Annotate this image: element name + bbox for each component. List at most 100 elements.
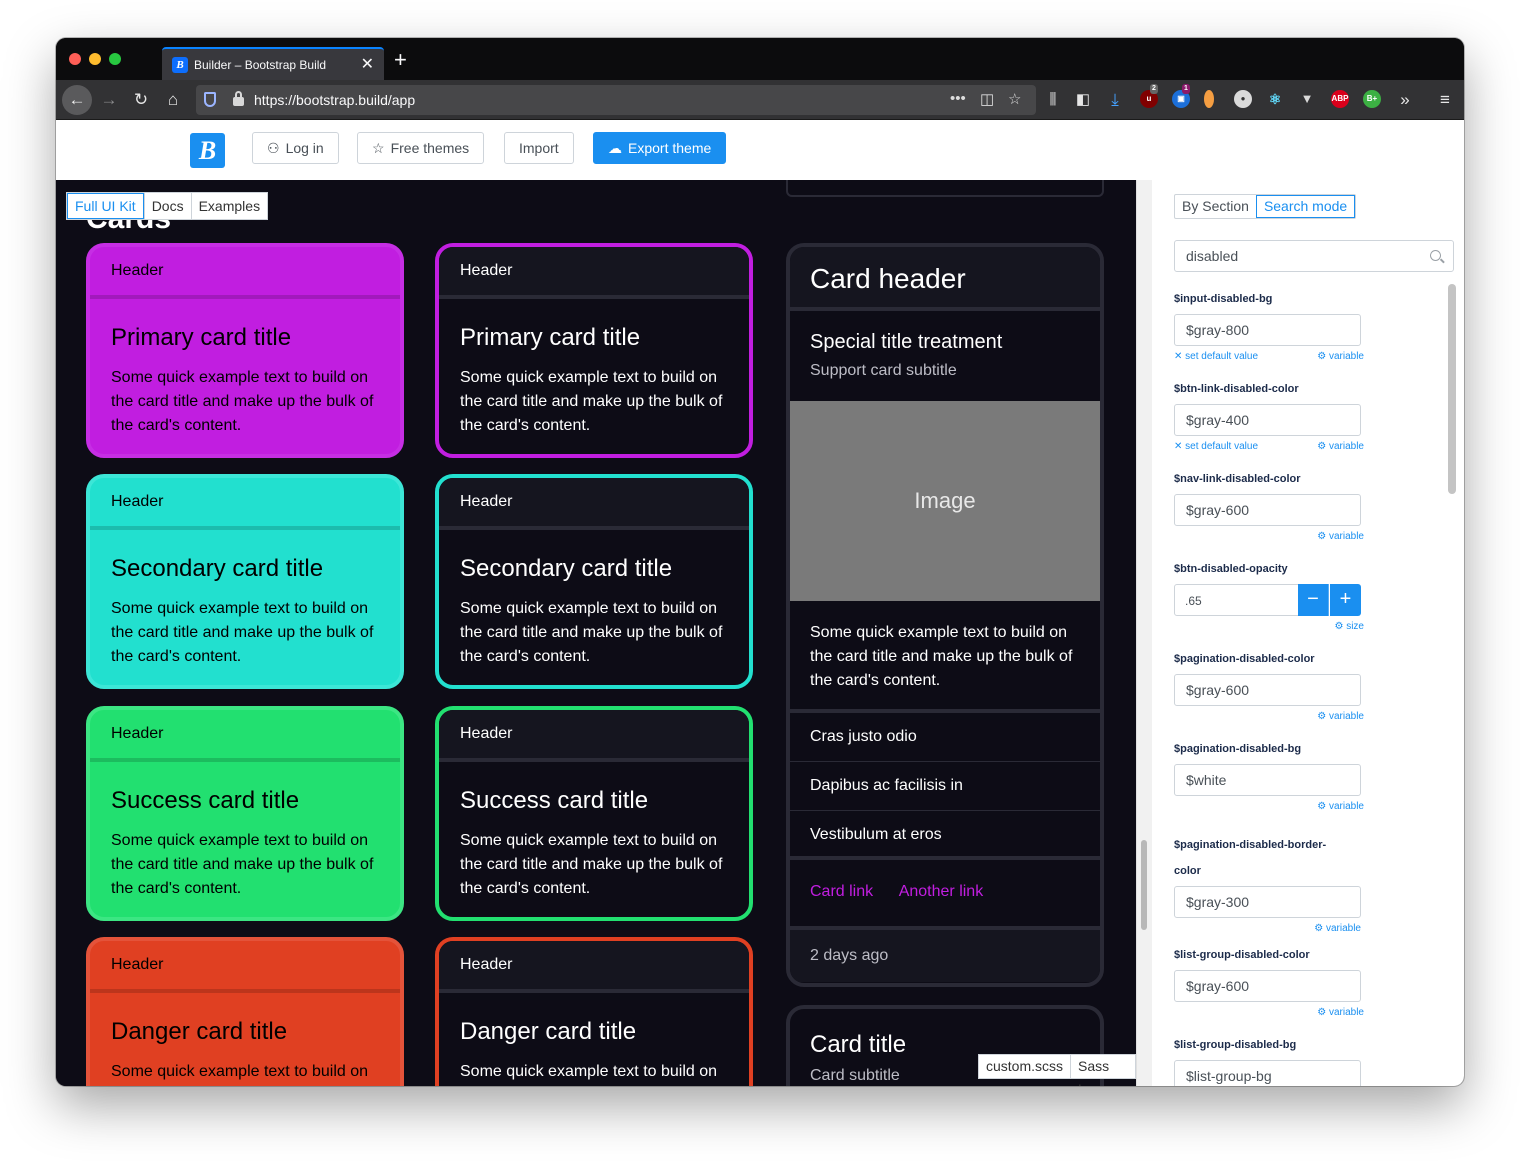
set-default-link[interactable]: ✕ set default value (1174, 351, 1258, 362)
zoom-window-button[interactable] (109, 53, 121, 65)
card-subtitle: Support card subtitle (810, 362, 957, 379)
ublock-icon[interactable]: u 2 (1140, 84, 1158, 108)
variable-link[interactable]: ⚙ variable (1317, 531, 1364, 542)
import-button[interactable]: Import (504, 132, 574, 164)
variable-name: $btn-link-disabled-color (1174, 383, 1299, 395)
adblock-icon[interactable]: ABP (1331, 90, 1349, 108)
tab-custom-scss[interactable]: custom.scss (979, 1055, 1070, 1078)
reload-icon[interactable]: ↻ (128, 88, 154, 112)
card-text: Some quick example text to build on the … (111, 1063, 369, 1080)
variable-link[interactable]: ⚙ variable (1317, 1007, 1364, 1018)
overflow-chevron-icon[interactable]: » (1392, 88, 1418, 112)
export-theme-button[interactable]: ☁ Export theme (593, 132, 727, 164)
extension-green-icon[interactable]: B+ (1363, 90, 1381, 108)
vue-devtools-icon[interactable]: ▼ (1298, 90, 1316, 108)
browser-window: B Builder – Bootstrap Build ✕ + ← → ↻ ⌂ … (56, 38, 1464, 1086)
decrement-icon[interactable]: − (1298, 584, 1329, 616)
bootstrap-build-logo[interactable]: B (190, 133, 225, 168)
gear-icon: ⚙ (1317, 1007, 1329, 1018)
home-icon[interactable]: ⌂ (160, 88, 186, 112)
search-mode-toggle[interactable]: Search mode (1255, 195, 1356, 218)
stepper-input[interactable]: .65 (1174, 584, 1299, 616)
card-header: Header (439, 941, 749, 993)
variable-input[interactable]: $gray-600 (1174, 674, 1361, 706)
extension-orange-icon[interactable] (1204, 90, 1214, 108)
variable-input[interactable]: $gray-400 (1174, 404, 1361, 436)
variable-name: $pagination-disabled-border-color (1174, 839, 1327, 877)
new-tab-icon[interactable]: + (394, 49, 407, 71)
variable-input[interactable]: $gray-300 (1174, 886, 1361, 918)
set-default-link[interactable]: ✕ set default value (1174, 441, 1258, 452)
tab-examples[interactable]: Examples (190, 193, 267, 219)
search-value[interactable]: disabled (1186, 248, 1238, 264)
forward-icon[interactable]: → (96, 88, 122, 112)
close-tab-icon[interactable]: ✕ (361, 54, 374, 74)
variable-input[interactable]: $list-group-bg (1174, 1060, 1361, 1086)
danger-outline-card: Header Danger card title Some quick examp… (435, 937, 753, 1086)
downloads-icon[interactable]: ⤓ (1102, 88, 1128, 112)
card-header: Header (439, 478, 749, 530)
hamburger-menu-icon[interactable]: ≡ (1432, 88, 1458, 112)
close-window-button[interactable] (69, 53, 81, 65)
login-button[interactable]: ⚇ Log in (252, 132, 339, 164)
tab-sass-log[interactable]: Sass Log (1070, 1055, 1135, 1086)
tracking-shield-icon[interactable] (204, 92, 216, 107)
variable-input[interactable]: $gray-800 (1174, 314, 1361, 346)
card-header: Header (90, 478, 400, 530)
card-link[interactable]: Card link (810, 883, 873, 900)
card-text: Some quick example text to build on the … (790, 601, 1100, 713)
user-icon: ⚇ (267, 140, 280, 156)
increment-icon[interactable]: + (1330, 584, 1361, 616)
free-themes-button[interactable]: ☆ Free themes (357, 132, 485, 164)
preview-view-tabs: Full UI Kit Docs Examples (66, 192, 269, 220)
card-text: Some quick example text to build on the … (111, 600, 374, 665)
variable-input[interactable]: $gray-600 (1174, 970, 1361, 1002)
react-devtools-icon[interactable]: ⚛ (1266, 90, 1284, 108)
card-header: Header (90, 941, 400, 993)
sidebar-icon[interactable]: ◧ (1070, 88, 1096, 112)
card-header: Card header (790, 247, 1100, 311)
another-link[interactable]: Another link (899, 883, 984, 900)
minimize-window-button[interactable] (89, 53, 101, 65)
pocket-icon[interactable]: ◫ (980, 90, 994, 108)
gear-icon: ⚙ (1317, 531, 1329, 542)
scrollbar-thumb[interactable] (1141, 840, 1147, 930)
bookmark-star-icon[interactable]: ☆ (1008, 90, 1021, 108)
variable-link[interactable]: ⚙ variable (1317, 351, 1364, 362)
tab-full-ui-kit[interactable]: Full UI Kit (67, 193, 144, 219)
card-title: Secondary card title (460, 555, 673, 582)
card-header: Header (439, 710, 749, 762)
preview-scrollbar[interactable] (1136, 180, 1152, 1086)
gear-icon: ⚙ (1334, 621, 1347, 632)
variable-item: $list-group-disabled-color $gray-600 ⚙ v… (1174, 948, 1364, 1022)
search-icon (1430, 250, 1441, 261)
lock-icon[interactable] (233, 91, 244, 106)
variable-input[interactable]: $white (1174, 764, 1361, 796)
list-item: Vestibulum at eros (790, 811, 1100, 860)
account-icon[interactable]: ● (1234, 90, 1252, 108)
variable-link[interactable]: ⚙ variable (1317, 711, 1364, 722)
tab-docs[interactable]: Docs (143, 193, 191, 219)
card-title: Danger card title (111, 1018, 288, 1045)
card-header: Header (90, 247, 400, 299)
browser-tab[interactable]: B Builder – Bootstrap Build ✕ (162, 47, 384, 80)
variable-item: $input-disabled-bg $gray-800 ✕ set defau… (1174, 292, 1364, 366)
library-icon[interactable]: ⫼ (1040, 88, 1066, 112)
size-link[interactable]: ⚙ size (1334, 621, 1364, 632)
theme-preview: Full UI Kit Docs Examples Cards Header P… (56, 180, 1136, 1086)
card-title: Primary card title (460, 324, 641, 351)
variable-input[interactable]: $gray-600 (1174, 494, 1361, 526)
url-text[interactable]: https://bootstrap.build/app (254, 92, 415, 108)
export-theme-label: Export theme (628, 140, 712, 156)
variable-search-input[interactable]: disabled (1174, 240, 1454, 272)
variable-name: $pagination-disabled-bg (1174, 743, 1302, 755)
page-actions-icon[interactable]: ••• (950, 90, 966, 107)
extension-icon[interactable]: ▣ 1 (1172, 84, 1190, 108)
code-tabs: custom.scss Sass Log (978, 1054, 1136, 1086)
back-icon[interactable]: ← (62, 85, 92, 115)
variable-link[interactable]: ⚙ variable (1314, 923, 1361, 934)
variable-link[interactable]: ⚙ variable (1317, 801, 1364, 812)
url-bar[interactable]: https://bootstrap.build/app ••• ◫ ☆ (196, 85, 1036, 115)
variable-link[interactable]: ⚙ variable (1317, 441, 1364, 452)
by-section-toggle[interactable]: By Section (1175, 195, 1256, 218)
